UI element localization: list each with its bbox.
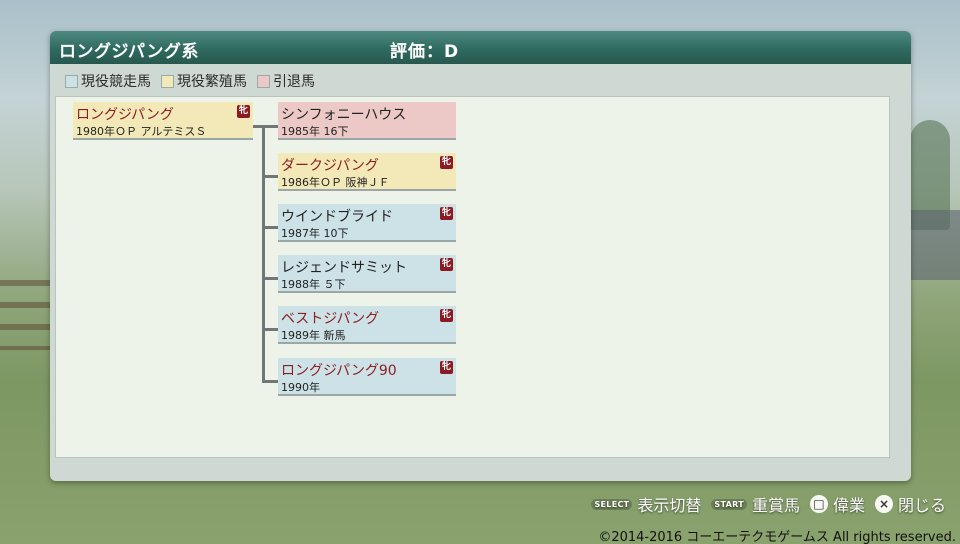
button-guide: SELECT 表示切替 START 重賞馬 □ 偉業 × 閉じる [591,492,946,516]
tree-connector [262,380,278,383]
horse-card-child[interactable]: シンフォニーハウス 1985年 16下 [278,102,456,140]
legend-item-active: 現役競走馬 [65,71,151,91]
cross-button-icon: × [874,495,893,513]
horse-card-child[interactable]: レジェンドサミット 牝 1988年 ５下 [278,255,456,293]
horse-record: 1980年ＯＰ アルテミスＳ [76,125,207,138]
horse-name: ロングジパング [76,107,174,123]
horse-name: シンフォニーハウス [281,107,407,123]
tree-connector [262,226,278,229]
horse-record: 1989年 新馬 [281,329,346,342]
horse-name: ベストジパング [281,311,380,327]
legend-label: 現役繁殖馬 [177,74,247,90]
horse-record: 1988年 ５下 [281,278,346,291]
legend-label: 引退馬 [273,74,315,90]
background-barn [910,210,960,280]
panel-header: ロングジパング系 評価：D [50,31,911,64]
panel-title: ロングジパング系 [59,42,199,62]
female-badge-icon: 牝 [440,207,453,220]
horse-card-root[interactable]: ロングジパング 牝 1980年ＯＰ アルテミスＳ [73,102,253,140]
horse-name: ダークジパング [281,158,379,174]
legend-swatch-breed [161,74,174,88]
lineage-panel: ロングジパング系 評価：D 現役競走馬 現役繁殖馬 引退馬 ロングジパング 牝 … [50,31,911,481]
female-badge-icon: 牝 [440,361,453,374]
control-label: 閉じる [897,496,946,515]
tree-connector [262,125,265,383]
legend-item-breed: 現役繁殖馬 [161,71,247,91]
female-badge-icon: 牝 [440,156,453,169]
control-label: 重賞馬 [751,496,800,515]
family-tree: ロングジパング 牝 1980年ＯＰ アルテミスＳ シンフォニーハウス 1985年… [55,96,890,458]
horse-record: 1990年 [281,381,320,394]
female-badge-icon: 牝 [237,105,250,118]
horse-card-child[interactable]: ダークジパング 牝 1986年ＯＰ 阪神ＪＦ [278,153,456,191]
horse-card-child[interactable]: ベストジパング 牝 1989年 新馬 [278,306,456,344]
start-button-icon: START [711,498,747,510]
horse-card-child[interactable]: ウインドブライド 牝 1987年 10下 [278,204,456,242]
footer: SELECT 表示切替 START 重賞馬 □ 偉業 × 閉じる ©2014-2… [0,488,960,544]
control-label: 偉業 [832,496,865,515]
tree-connector [262,328,278,331]
legend: 現役競走馬 現役繁殖馬 引退馬 [65,71,315,91]
select-button-icon: SELECT [591,498,633,510]
copyright: ©2014-2016 コーエーテクモゲームス All rights reserv… [598,530,956,544]
female-badge-icon: 牝 [440,309,453,322]
horse-name: ロングジパング90 [281,363,397,379]
legend-label: 現役競走馬 [81,74,151,90]
legend-item-retired: 引退馬 [257,71,315,91]
achievements-control[interactable]: □ 偉業 [809,492,865,516]
horse-record: 1985年 16下 [281,125,349,138]
tree-connector [262,277,278,280]
tree-connector [262,175,278,178]
legend-swatch-retired [257,74,270,88]
horse-card-child[interactable]: ロングジパング90 牝 1990年 [278,358,456,396]
graded-horse-control[interactable]: START 重賞馬 [711,492,800,516]
lineage-rating: 評価：D [390,42,460,62]
horse-name: レジェンドサミット [281,260,407,276]
horse-record: 1986年ＯＰ 阪神ＪＦ [281,176,390,189]
square-button-icon: □ [809,495,828,513]
toggle-display-control[interactable]: SELECT 表示切替 [591,492,701,516]
close-control[interactable]: × 閉じる [874,492,946,516]
horse-record: 1987年 10下 [281,227,349,240]
female-badge-icon: 牝 [440,258,453,271]
control-label: 表示切替 [637,496,702,515]
legend-swatch-active [65,74,78,88]
horse-name: ウインドブライド [281,209,393,225]
